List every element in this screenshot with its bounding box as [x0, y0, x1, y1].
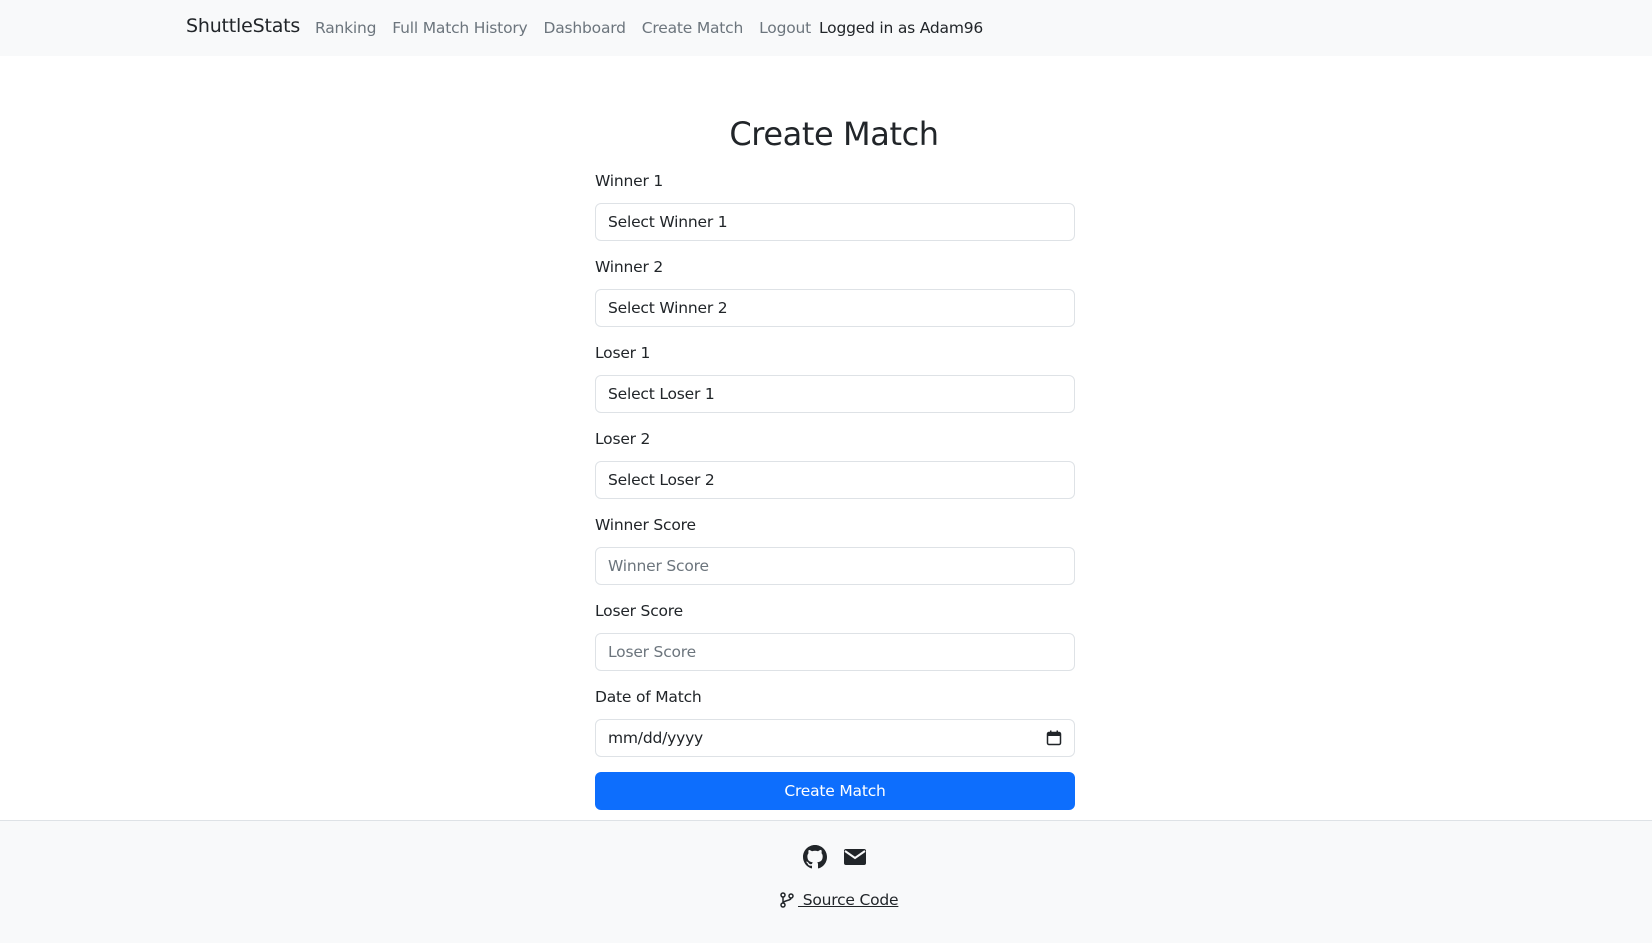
loser-2-label: Loser 2 — [595, 430, 651, 448]
nav-link-ranking[interactable]: Ranking — [315, 19, 376, 37]
nav-link-create-match[interactable]: Create Match — [642, 19, 744, 37]
loser-1-select[interactable]: Select Loser 1 — [595, 375, 1075, 413]
page-title: Create Match — [729, 115, 939, 153]
winner-score-label: Winner Score — [595, 516, 696, 534]
source-code-link[interactable]: Source Code — [780, 891, 899, 909]
loser-1-select-value: Select Loser 1 — [608, 385, 715, 403]
winner-score-field: Winner Score Winner Score — [595, 514, 1075, 600]
loser-score-input[interactable]: Loser Score — [595, 633, 1075, 671]
loser-2-select[interactable]: Select Loser 2 — [595, 461, 1075, 499]
calendar-icon[interactable] — [1046, 730, 1062, 746]
source-code-label: Source Code — [798, 891, 899, 909]
nav-link-full-match-history[interactable]: Full Match History — [392, 19, 527, 37]
winner-2-select-value: Select Winner 2 — [608, 299, 728, 317]
logged-in-text: Logged in as Adam96 — [819, 19, 984, 37]
winner-1-select-value: Select Winner 1 — [608, 213, 728, 231]
winner-2-label: Winner 2 — [595, 258, 664, 276]
loser-1-field: Loser 1 Select Loser 1 — [595, 342, 1075, 428]
github-icon[interactable] — [803, 845, 827, 869]
winner-2-field: Winner 2 Select Winner 2 — [595, 256, 1075, 342]
loser-2-field: Loser 2 Select Loser 2 — [595, 428, 1075, 514]
nav-link-logout[interactable]: Logout — [759, 19, 811, 37]
loser-2-select-value: Select Loser 2 — [608, 471, 715, 489]
footer-icons — [803, 845, 867, 869]
winner-score-input[interactable]: Winner Score — [595, 547, 1075, 585]
loser-1-label: Loser 1 — [595, 344, 651, 362]
date-of-match-label: Date of Match — [595, 688, 702, 706]
envelope-icon[interactable] — [843, 845, 867, 869]
brand-link[interactable]: ShuttleStats — [186, 15, 300, 37]
winner-2-select[interactable]: Select Winner 2 — [595, 289, 1075, 327]
loser-score-field: Loser Score Loser Score — [595, 600, 1075, 686]
navbar: ShuttleStats Ranking Full Match History … — [0, 0, 1652, 56]
loser-score-placeholder: Loser Score — [608, 643, 696, 661]
winner-score-placeholder: Winner Score — [608, 557, 709, 575]
create-match-button[interactable]: Create Match — [595, 772, 1075, 810]
create-match-form: Winner 1 Select Winner 1 Winner 2 Select… — [595, 170, 1075, 810]
date-of-match-input[interactable]: mm/dd/yyyy — [595, 719, 1075, 757]
footer: Source Code — [0, 820, 1652, 943]
loser-score-label: Loser Score — [595, 602, 683, 620]
winner-1-select[interactable]: Select Winner 1 — [595, 203, 1075, 241]
date-of-match-placeholder: mm/dd/yyyy — [608, 729, 704, 747]
nav-link-dashboard[interactable]: Dashboard — [544, 19, 626, 37]
winner-1-label: Winner 1 — [595, 172, 664, 190]
nav-links: Ranking Full Match History Dashboard Cre… — [315, 19, 983, 37]
date-of-match-field: Date of Match mm/dd/yyyy — [595, 686, 1075, 772]
git-branch-icon — [780, 892, 794, 908]
winner-1-field: Winner 1 Select Winner 1 — [595, 170, 1075, 256]
